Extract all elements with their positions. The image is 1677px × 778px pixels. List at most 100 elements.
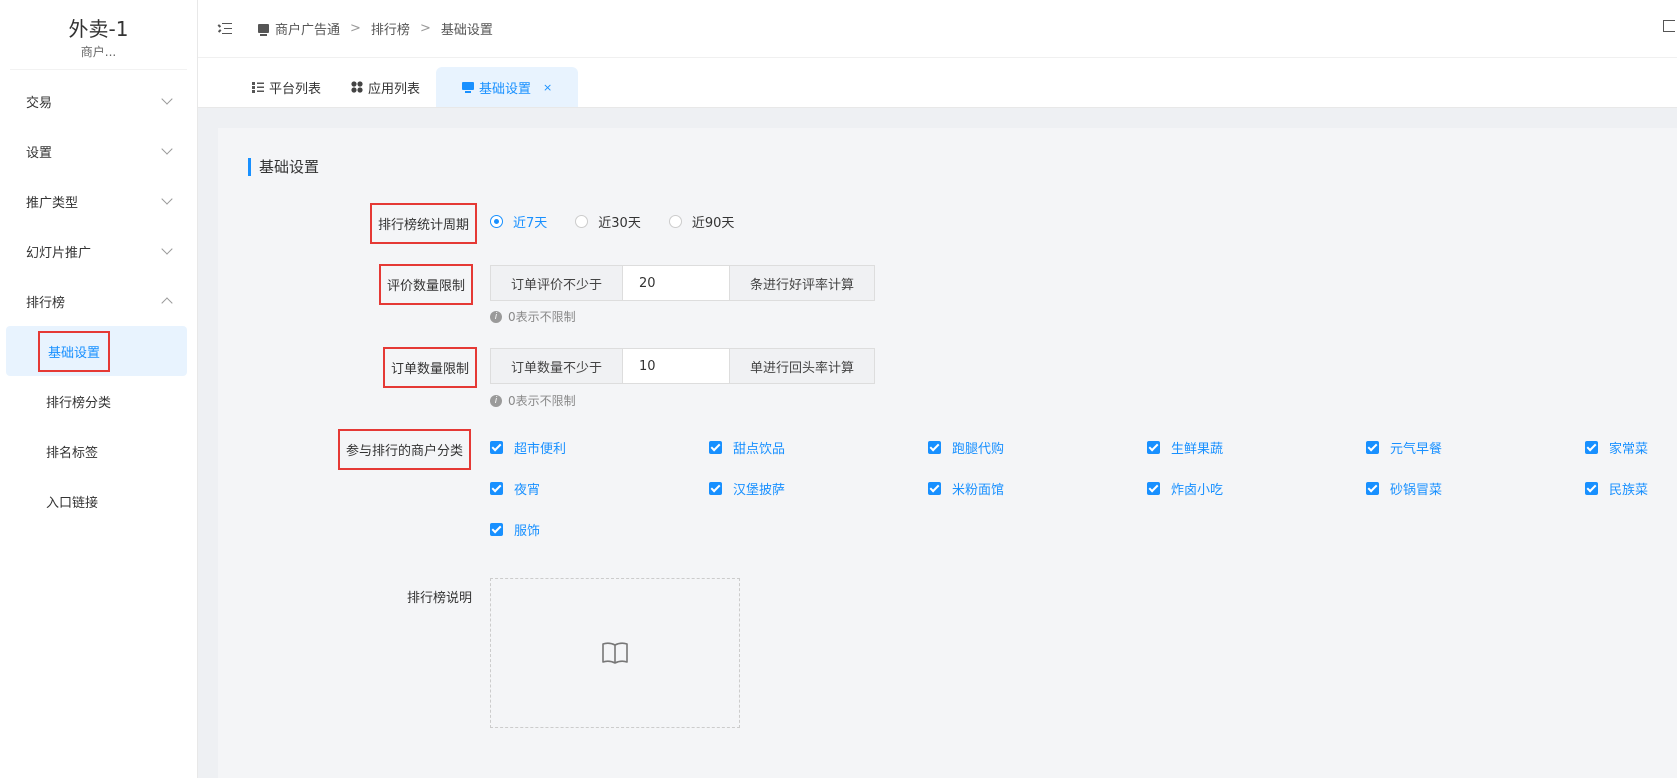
rating-limit-label: 评价数量限制 bbox=[379, 264, 474, 305]
checkbox-label: 超市便利 bbox=[514, 442, 567, 457]
header: 商户广告通 > 排行榜 > 基础设置 bbox=[198, 0, 1677, 58]
book-icon bbox=[602, 642, 628, 664]
radio-label: 近30天 bbox=[598, 216, 641, 231]
checkbox-checked-icon bbox=[709, 482, 722, 495]
checkbox-category[interactable]: 甜点饮品 bbox=[709, 438, 785, 457]
tab-app-list[interactable]: 应用列表 bbox=[337, 67, 434, 107]
apps-icon bbox=[351, 81, 363, 93]
chevron-down-icon bbox=[161, 242, 173, 255]
submenu-item-ranking-category[interactable]: 排行榜分类 bbox=[0, 376, 197, 426]
tab-label: 应用列表 bbox=[368, 81, 421, 97]
checkbox-label: 汉堡披萨 bbox=[733, 483, 786, 498]
checkbox-category[interactable]: 超市便利 bbox=[490, 438, 566, 457]
rating-limit-input[interactable]: 20 bbox=[622, 266, 731, 300]
rating-hint: i 0表示不限制 bbox=[490, 308, 576, 325]
checkbox-category[interactable]: 炸卤小吃 bbox=[1147, 479, 1223, 498]
radio-unchecked-icon bbox=[575, 215, 589, 228]
tab-bar: 平台列表 应用列表 基础设置 × bbox=[198, 58, 1677, 108]
checkbox-checked-icon bbox=[490, 523, 503, 536]
brand: 外卖-1 商户... bbox=[10, 0, 187, 70]
order-limit-label: 订单数量限制 bbox=[383, 347, 478, 388]
checkbox-label: 夜宵 bbox=[514, 483, 541, 498]
submenu-item-label: 排行榜分类 bbox=[46, 395, 112, 411]
brand-subtitle: 商户... bbox=[80, 45, 117, 59]
checkbox-label: 跑腿代购 bbox=[952, 442, 1005, 457]
checkbox-category[interactable]: 夜宵 bbox=[490, 479, 540, 498]
order-hint: i 0表示不限制 bbox=[490, 392, 576, 409]
radio-7-days[interactable]: 近7天 bbox=[490, 212, 547, 231]
checkbox-category[interactable]: 服饰 bbox=[490, 520, 540, 539]
checkbox-checked-icon bbox=[928, 441, 941, 454]
checkbox-label: 炸卤小吃 bbox=[1171, 483, 1224, 498]
checkbox-checked-icon bbox=[1366, 441, 1379, 454]
tab-platform-list[interactable]: 平台列表 bbox=[238, 67, 335, 107]
breadcrumb-separator: > bbox=[419, 21, 431, 36]
checkbox-checked-icon bbox=[490, 441, 503, 454]
tab-label: 平台列表 bbox=[269, 81, 322, 97]
rating-prefix: 订单评价不少于 bbox=[491, 266, 623, 300]
radio-checked-icon bbox=[490, 215, 503, 228]
checkbox-category[interactable]: 汉堡披萨 bbox=[709, 479, 785, 498]
checkbox-category[interactable]: 民族菜 bbox=[1585, 479, 1648, 498]
checkbox-label: 服饰 bbox=[514, 524, 541, 539]
close-icon[interactable]: × bbox=[543, 81, 552, 94]
breadcrumb-item: 基础设置 bbox=[440, 23, 493, 38]
menu-item-label: 推广类型 bbox=[26, 195, 79, 211]
brand-title: 外卖-1 bbox=[68, 17, 129, 41]
description-label: 排行榜说明 bbox=[407, 591, 473, 606]
checkbox-category[interactable]: 米粉面馆 bbox=[928, 479, 1004, 498]
menu-item-label: 设置 bbox=[26, 145, 53, 161]
checkbox-checked-icon bbox=[1585, 482, 1598, 495]
submenu-item-label: 入口链接 bbox=[46, 495, 99, 511]
menu-item-settings[interactable]: 设置 bbox=[0, 126, 197, 176]
section-title: 基础设置 bbox=[248, 158, 319, 176]
checkbox-label: 家常菜 bbox=[1609, 442, 1649, 457]
submenu-item-rank-tags[interactable]: 排名标签 bbox=[0, 426, 197, 476]
radio-label: 近7天 bbox=[513, 216, 548, 231]
breadcrumb-item[interactable]: 商户广告通 bbox=[275, 19, 340, 38]
rating-limit-input-group: 订单评价不少于 20 条进行好评率计算 bbox=[490, 265, 876, 301]
checkbox-category[interactable]: 家常菜 bbox=[1585, 438, 1648, 457]
chevron-down-icon bbox=[161, 192, 173, 205]
submenu-item-entry-links[interactable]: 入口链接 bbox=[0, 476, 197, 526]
checkbox-label: 生鲜果蔬 bbox=[1171, 442, 1224, 457]
checkbox-checked-icon bbox=[1147, 482, 1160, 495]
order-limit-input[interactable]: 10 bbox=[622, 349, 731, 383]
info-icon: i bbox=[490, 310, 502, 323]
period-label: 排行榜统计周期 bbox=[370, 203, 478, 244]
rating-suffix: 条进行好评率计算 bbox=[730, 266, 875, 300]
hint-text: 0表示不限制 bbox=[508, 394, 576, 408]
collapse-menu-icon[interactable] bbox=[217, 22, 232, 35]
checkbox-checked-icon bbox=[1585, 441, 1598, 454]
chevron-up-icon bbox=[161, 297, 173, 309]
checkbox-category[interactable]: 跑腿代购 bbox=[928, 438, 1004, 457]
description-editor[interactable] bbox=[490, 578, 740, 728]
submenu-item-label: 排名标签 bbox=[46, 445, 99, 461]
hint-text: 0表示不限制 bbox=[508, 310, 576, 324]
tab-label: 基础设置 bbox=[479, 81, 532, 97]
checkbox-category[interactable]: 元气早餐 bbox=[1366, 438, 1442, 457]
breadcrumb-separator: > bbox=[350, 21, 361, 36]
menu-item-ranking[interactable]: 排行榜 bbox=[0, 276, 197, 326]
checkbox-label: 砂锅冒菜 bbox=[1390, 483, 1443, 498]
tab-basic-settings[interactable]: 基础设置 × bbox=[436, 67, 579, 107]
radio-30-days[interactable]: 近30天 bbox=[575, 212, 641, 231]
menu-item-promo-type[interactable]: 推广类型 bbox=[0, 176, 197, 226]
checkbox-checked-icon bbox=[928, 482, 941, 495]
submenu-item-basic-settings[interactable]: 基础设置 bbox=[6, 326, 187, 376]
menu-item-trade[interactable]: 交易 bbox=[0, 76, 197, 126]
checkbox-label: 民族菜 bbox=[1609, 483, 1649, 498]
category-label: 参与排行的商户分类 bbox=[338, 429, 472, 470]
menu-item-label: 幻灯片推广 bbox=[26, 245, 92, 261]
checkbox-checked-icon bbox=[490, 482, 503, 495]
breadcrumb-item[interactable]: 排行榜 bbox=[371, 19, 410, 38]
checkbox-category[interactable]: 砂锅冒菜 bbox=[1366, 479, 1442, 498]
submenu-item-label: 基础设置 bbox=[38, 330, 111, 372]
checkbox-category[interactable]: 生鲜果蔬 bbox=[1147, 438, 1223, 457]
fullscreen-icon[interactable] bbox=[1663, 20, 1675, 32]
monitor-icon bbox=[462, 81, 475, 93]
checkbox-checked-icon bbox=[1366, 482, 1379, 495]
info-icon: i bbox=[490, 394, 502, 407]
menu-item-slideshow[interactable]: 幻灯片推广 bbox=[0, 226, 197, 276]
radio-90-days[interactable]: 近90天 bbox=[668, 212, 734, 231]
